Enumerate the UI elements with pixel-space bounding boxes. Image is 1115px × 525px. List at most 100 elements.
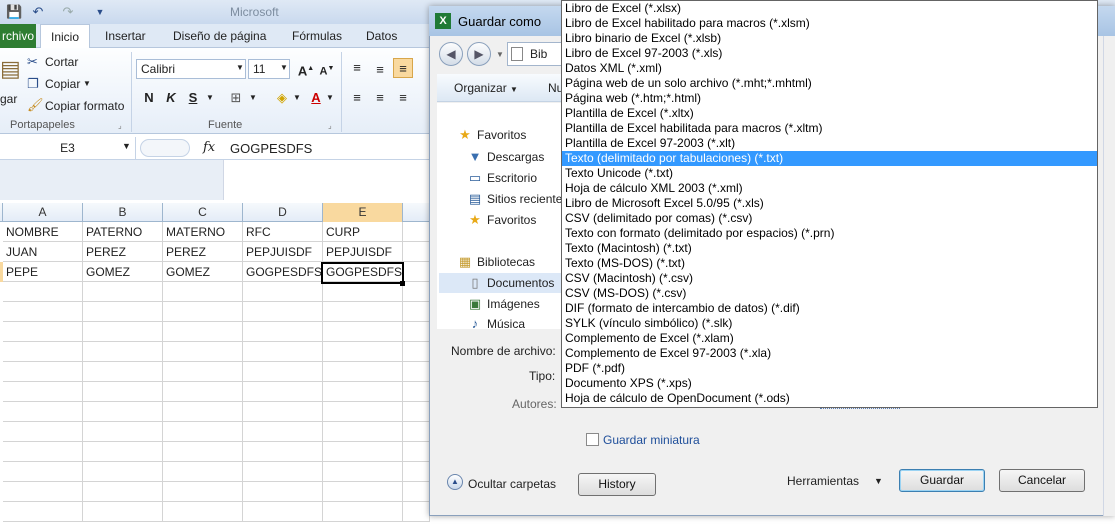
grid-cell[interactable]: GOMEZ	[163, 262, 243, 282]
borders-icon[interactable]: ⊞	[226, 88, 246, 108]
grid-cell[interactable]	[163, 402, 243, 422]
grid-cell[interactable]	[83, 282, 163, 302]
grid-cell[interactable]	[323, 482, 403, 502]
nav-item-descargas[interactable]: Descargas	[487, 147, 544, 167]
grid-cell[interactable]: JUAN	[3, 242, 83, 262]
dialog-launcher-icon[interactable]: ⌟	[118, 121, 122, 130]
grid-cell[interactable]	[83, 482, 163, 502]
grid-cell[interactable]	[243, 462, 323, 482]
grid-cell[interactable]	[163, 482, 243, 502]
grid-cell[interactable]	[403, 442, 430, 462]
align-top-icon[interactable]: ≡	[347, 58, 367, 78]
grid-cell[interactable]	[243, 342, 323, 362]
nav-item-favoritos-2[interactable]: Favoritos	[487, 210, 536, 230]
bold-button[interactable]: N	[139, 88, 159, 108]
grid-cell[interactable]	[323, 362, 403, 382]
name-box[interactable]: E3	[0, 137, 136, 159]
grid-cell[interactable]	[163, 422, 243, 442]
cut-button[interactable]: Cortar	[45, 55, 78, 69]
grid-cell[interactable]	[83, 502, 163, 522]
nav-item-bibliotecas[interactable]: Bibliotecas	[477, 252, 535, 272]
grid-cell[interactable]	[3, 482, 83, 502]
nav-item-imagenes[interactable]: Imágenes	[487, 294, 540, 314]
grid-cell[interactable]: NOMBRE	[3, 222, 83, 242]
file-type-option[interactable]: Libro de Excel (*.xlsx)	[562, 1, 1097, 16]
grid-cell[interactable]	[3, 322, 83, 342]
file-type-option[interactable]: Libro de Excel 97-2003 (*.xls)	[562, 46, 1097, 61]
grid-cell[interactable]: PEREZ	[163, 242, 243, 262]
grid-cell[interactable]	[163, 442, 243, 462]
file-type-option[interactable]: Plantilla de Excel 97-2003 (*.xlt)	[562, 136, 1097, 151]
fill-handle[interactable]	[400, 281, 405, 286]
grid-cell[interactable]	[163, 462, 243, 482]
grid-cell[interactable]	[403, 382, 430, 402]
grid-cell[interactable]	[3, 282, 83, 302]
italic-button[interactable]: K	[161, 88, 181, 108]
grid-cell[interactable]	[403, 342, 430, 362]
paste-icon[interactable]: ▤	[0, 56, 21, 82]
grid-cell[interactable]	[243, 482, 323, 502]
file-type-option[interactable]: CSV (Macintosh) (*.csv)	[562, 271, 1097, 286]
grid-cell[interactable]	[403, 422, 430, 442]
chevron-down-icon[interactable]: ▼	[280, 63, 288, 72]
column-header-selected[interactable]: E	[323, 203, 403, 222]
formula-bar-resize-handle[interactable]	[140, 139, 190, 157]
grid-cell[interactable]	[3, 382, 83, 402]
grid-cell[interactable]: MATERNO	[163, 222, 243, 242]
scissors-icon[interactable]: ✂	[27, 54, 38, 70]
grid-cell[interactable]	[403, 222, 430, 242]
collapse-up-icon[interactable]: ▲	[447, 474, 463, 490]
grid-cell[interactable]	[163, 282, 243, 302]
grid-cell[interactable]: PEREZ	[83, 242, 163, 262]
grid-cell[interactable]: PEPJUISDF	[323, 242, 403, 262]
grid-cell[interactable]	[243, 402, 323, 422]
grid-cell[interactable]	[403, 462, 430, 482]
history-button[interactable]: History	[578, 473, 656, 496]
grid-cell[interactable]	[3, 422, 83, 442]
file-type-option[interactable]: Hoja de cálculo XML 2003 (*.xml)	[562, 181, 1097, 196]
file-type-option-selected[interactable]: Texto (delimitado por tabulaciones) (*.t…	[562, 151, 1097, 166]
tab-inicio[interactable]: Inicio	[40, 24, 90, 49]
grid-cell[interactable]	[3, 402, 83, 422]
grid-cell[interactable]	[323, 442, 403, 462]
column-header[interactable]	[403, 203, 430, 222]
tab-datos[interactable]: Datos	[366, 24, 397, 48]
redo-icon[interactable]: ↷	[60, 4, 76, 20]
align-middle-icon[interactable]: ≡	[370, 60, 390, 80]
hide-folders-button[interactable]: Ocultar carpetas	[468, 477, 556, 491]
grid-cell[interactable]	[3, 502, 83, 522]
formula-input[interactable]: GOGPESDFS	[230, 141, 312, 156]
file-type-option[interactable]: Documento XPS (*.xps)	[562, 376, 1097, 391]
file-type-option[interactable]: DIF (formato de intercambio de datos) (*…	[562, 301, 1097, 316]
file-type-option[interactable]: Texto (Macintosh) (*.txt)	[562, 241, 1097, 256]
grid-cell[interactable]	[323, 422, 403, 442]
align-bottom-icon[interactable]: ≡	[393, 58, 413, 78]
grid-cell[interactable]	[3, 362, 83, 382]
file-type-option[interactable]: Datos XML (*.xml)	[562, 61, 1097, 76]
file-type-option[interactable]: Libro binario de Excel (*.xlsb)	[562, 31, 1097, 46]
chevron-down-icon[interactable]: ▼	[874, 476, 883, 486]
grid-cell[interactable]	[163, 362, 243, 382]
chevron-down-icon[interactable]: ▼	[206, 93, 214, 102]
chevron-down-icon[interactable]: ▼	[122, 141, 131, 151]
nav-item-escritorio[interactable]: Escritorio	[487, 168, 537, 188]
file-type-option[interactable]: Hoja de cálculo de OpenDocument (*.ods)	[562, 391, 1097, 406]
cancel-button[interactable]: Cancelar	[999, 469, 1085, 492]
grid-cell[interactable]	[83, 302, 163, 322]
file-type-option[interactable]: CSV (MS-DOS) (*.csv)	[562, 286, 1097, 301]
grid-cell[interactable]	[83, 342, 163, 362]
grid-cell[interactable]	[403, 282, 430, 302]
grid-cell[interactable]	[403, 502, 430, 522]
grow-font-icon[interactable]: A▲	[296, 59, 316, 79]
file-type-option[interactable]: SYLK (vínculo simbólico) (*.slk)	[562, 316, 1097, 331]
grid-cell[interactable]	[323, 382, 403, 402]
nav-item-musica[interactable]: Música	[487, 314, 525, 329]
align-right-icon[interactable]: ≡	[393, 88, 413, 108]
grid-cell[interactable]	[243, 282, 323, 302]
grid-cell[interactable]	[243, 422, 323, 442]
save-icon[interactable]: 💾	[6, 4, 22, 20]
copy-format-button[interactable]: Copiar formato	[45, 99, 124, 113]
grid-cell[interactable]	[163, 322, 243, 342]
grid-cell[interactable]: RFC	[243, 222, 323, 242]
copy-icon[interactable]: ❐	[27, 76, 39, 92]
